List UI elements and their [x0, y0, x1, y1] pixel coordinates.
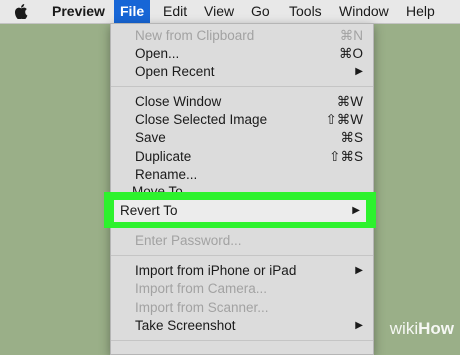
menu-item-label: Import from iPhone or iPad: [135, 263, 297, 278]
menu-item-label: Open Recent: [135, 64, 215, 79]
menu-item-save[interactable]: Save ⌘S: [111, 129, 373, 147]
menu-item-label: Move To...: [132, 184, 195, 192]
submenu-arrow-icon: ▶: [355, 320, 363, 331]
watermark-part1: wiki: [389, 319, 419, 338]
menu-tools[interactable]: Tools: [283, 0, 328, 23]
menu-separator: [111, 86, 373, 87]
watermark-part2: How: [418, 319, 454, 338]
menu-item-label: Close Window: [135, 94, 222, 109]
menu-item-move-to[interactable]: Move To...: [132, 184, 194, 192]
shortcut-label: ⌘W: [336, 94, 363, 109]
menu-item-close-window[interactable]: Close Window ⌘W: [111, 93, 373, 111]
menu-item-label: Import from Camera...: [135, 281, 268, 296]
menu-item-label: Enter Password...: [135, 233, 242, 248]
menu-window[interactable]: Window: [333, 0, 395, 23]
apple-icon[interactable]: [14, 4, 28, 19]
menu-item-import-camera[interactable]: Import from Camera...: [111, 280, 373, 298]
menu-item-rename[interactable]: Rename...: [111, 166, 373, 184]
menu-item-label: New from Clipboard: [135, 28, 255, 43]
shortcut-label: ⇧⌘S: [329, 149, 363, 164]
menu-item-label: Duplicate: [135, 149, 192, 164]
menu-item-revert-to[interactable]: Revert To ▶: [114, 200, 366, 222]
menu-item-new-from-clipboard[interactable]: New from Clipboard ⌘N: [111, 27, 373, 45]
menu-separator: [111, 255, 373, 256]
menu-item-duplicate[interactable]: Duplicate ⇧⌘S: [111, 148, 373, 166]
wikihow-watermark: wikiHow: [390, 319, 454, 339]
menu-item-label: Open...: [135, 46, 180, 61]
menu-go[interactable]: Go: [245, 0, 276, 23]
menu-file[interactable]: File: [114, 0, 151, 23]
menu-item-label: Take Screenshot: [135, 318, 236, 333]
menu-item-enter-password[interactable]: Enter Password...: [111, 232, 373, 250]
menu-item-label: Close Selected Image: [135, 112, 268, 127]
menu-item-label: Revert To: [120, 203, 178, 218]
menu-separator: [111, 340, 373, 341]
menu-help[interactable]: Help: [400, 0, 441, 23]
menu-item-label: Rename...: [135, 167, 198, 182]
menu-item-close-selected-image[interactable]: Close Selected Image ⇧⌘W: [111, 111, 373, 129]
submenu-arrow-icon: ▶: [355, 265, 363, 276]
shortcut-label: ⇧⌘W: [325, 112, 363, 127]
menu-view[interactable]: View: [198, 0, 240, 23]
menu-item-import-scanner[interactable]: Import from Scanner...: [111, 299, 373, 317]
menu-item-label: Import from Scanner...: [135, 300, 269, 315]
shortcut-label: ⌘S: [340, 130, 363, 145]
menu-preview[interactable]: Preview: [46, 0, 111, 23]
menu-item-open[interactable]: Open... ⌘O: [111, 45, 373, 63]
menu-edit[interactable]: Edit: [157, 0, 193, 23]
menu-item-label: Save: [135, 130, 166, 145]
shortcut-label: ⌘N: [339, 28, 363, 43]
submenu-arrow-icon: ▶: [355, 66, 363, 77]
menu-item-take-screenshot[interactable]: Take Screenshot ▶: [111, 317, 373, 335]
shortcut-label: ⌘O: [338, 46, 363, 61]
menu-item-import-iphone-ipad[interactable]: Import from iPhone or iPad ▶: [111, 262, 373, 280]
menu-bar: Preview File Edit View Go Tools Window H…: [0, 0, 460, 24]
submenu-arrow-icon: ▶: [352, 205, 360, 216]
menu-item-open-recent[interactable]: Open Recent ▶: [111, 63, 373, 81]
